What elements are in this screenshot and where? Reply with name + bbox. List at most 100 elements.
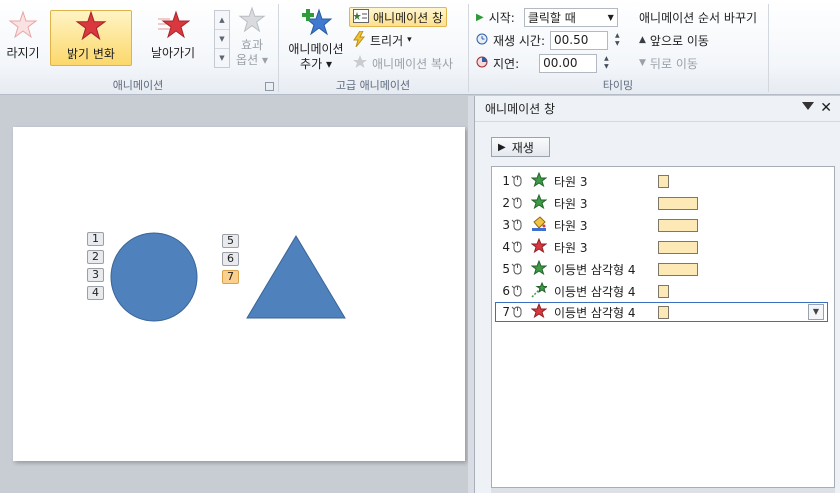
animation-tag[interactable]: 5 — [222, 234, 239, 248]
gallery-item-1[interactable]: 밝기 변화 — [50, 10, 132, 66]
move-later-button[interactable]: ▼ 뒤로 이동 — [636, 53, 701, 73]
mouse-click-icon — [511, 283, 525, 300]
item-name: 타원 3 — [554, 174, 588, 189]
effect-options-label-2: 옵션 ▾ — [236, 53, 268, 67]
delay-spinner[interactable]: ▲ ▼ — [604, 55, 609, 71]
timing-bar[interactable] — [658, 284, 669, 298]
duration-spinner[interactable]: ▲ ▼ — [615, 32, 620, 48]
item-number: 3 — [502, 218, 510, 232]
pane-menu-icon[interactable] — [802, 102, 814, 110]
clock-icon — [476, 33, 488, 48]
animation-tag[interactable]: 2 — [87, 250, 104, 264]
item-name: 타원 3 — [554, 196, 588, 211]
start-value: 클릭할 때 — [527, 10, 576, 25]
lightning-icon — [352, 30, 366, 50]
gallery-item-0[interactable]: 라지기 — [0, 10, 46, 66]
slide-canvas[interactable]: 1 2 3 4 5 6 7 — [13, 127, 465, 461]
gallery-item-label: 밝기 변화 — [67, 47, 115, 61]
timing-bar[interactable] — [658, 196, 698, 210]
animation-tag[interactable]: 1 — [87, 232, 104, 246]
reorder-label: 애니메이션 순서 바꾸기 — [639, 10, 758, 25]
list-item[interactable]: 6 이등변 삼각형 4 — [496, 281, 830, 301]
animation-painter-button[interactable]: 애니메이션 복사 — [349, 53, 456, 73]
chevron-down-icon[interactable]: ▼ — [808, 304, 824, 320]
item-number: 4 — [502, 240, 510, 254]
move-earlier-label: 앞으로 이동 — [649, 33, 709, 48]
scroll-up-icon[interactable]: ▲ — [215, 11, 229, 30]
animation-painter-label: 애니메이션 복사 — [372, 56, 454, 71]
gallery-item-2[interactable]: 날아가기 — [138, 10, 208, 66]
animation-pane-button[interactable]: 애니메이션 창 — [349, 7, 448, 27]
duration-input[interactable]: 00.50 — [550, 30, 609, 50]
ribbon: 라지기 밝기 변화 날아가기 ▲ ▼ ▼ 효과 옵션 ▾ 애니메이션 애니메이션… — [0, 0, 840, 95]
close-icon[interactable]: ✕ — [820, 100, 832, 116]
play-small-icon: ▶ — [476, 11, 484, 23]
list-item[interactable]: 2 타원 3 — [496, 193, 830, 213]
play-label: 재생 — [511, 140, 534, 155]
trigger-label: 트리거 — [370, 33, 404, 48]
add-animation-button[interactable]: 애니메이션 추가 ▾ — [284, 6, 348, 72]
reorder-heading: 애니메이션 순서 바꾸기 — [636, 7, 760, 27]
list-item-selected[interactable]: 7 이등변 삼각형 4 ▼ — [495, 302, 828, 322]
list-item[interactable]: 4 타원 3 — [496, 237, 830, 257]
item-name: 이등변 삼각형 4 — [554, 284, 636, 299]
mouse-click-icon — [511, 195, 525, 212]
start-select[interactable]: 클릭할 때 ▼ — [523, 7, 618, 27]
animation-tag-active[interactable]: 7 — [222, 270, 239, 284]
list-item[interactable]: 3 타원 3 — [496, 215, 830, 235]
timing-bar[interactable] — [658, 218, 698, 232]
mouse-click-icon — [511, 304, 525, 321]
gallery-more-icon[interactable]: ▼ — [215, 49, 229, 68]
triangle-up-icon: ▲ — [639, 35, 646, 45]
mouse-click-icon — [511, 239, 525, 256]
duration-row: 재생 시간: 00.50 ▲ ▼ — [476, 30, 620, 50]
gallery-item-label: 날아가기 — [150, 46, 196, 60]
gallery-scrollbar[interactable]: ▲ ▼ ▼ — [214, 10, 230, 68]
pane-title: 애니메이션 창 — [485, 102, 556, 116]
timing-bar[interactable] — [658, 240, 698, 254]
mouse-click-icon — [511, 217, 525, 234]
group-separator — [768, 4, 769, 92]
star-red-icon — [530, 302, 551, 322]
animation-tag[interactable]: 3 — [87, 268, 104, 282]
play-button[interactable]: ▶ 재생 — [491, 137, 550, 157]
trigger-button[interactable]: 트리거 ▾ — [349, 30, 415, 50]
delay-input[interactable]: 00.00 — [539, 53, 598, 73]
delay-row: 지연: 00.00 ▲ ▼ — [476, 53, 609, 73]
move-later-label: 뒤로 이동 — [649, 56, 698, 71]
ellipse-shape[interactable] — [109, 231, 199, 323]
group-label-advanced: 고급 애니메이션 — [335, 79, 411, 92]
scroll-down-icon[interactable]: ▼ — [215, 30, 229, 49]
paint-bucket-icon — [531, 215, 551, 235]
timing-bar[interactable] — [658, 262, 698, 276]
triangle-down-icon: ▼ — [639, 58, 646, 68]
star-green-icon — [530, 259, 551, 279]
mouse-click-icon — [511, 173, 525, 190]
star-red-icon — [530, 237, 551, 257]
animation-pane: 애니메이션 창 ✕ ▶ 재생 1 타원 3 2 타원 3 3 타원 3 4 타원… — [474, 96, 840, 493]
star-burst-icon — [0, 10, 46, 40]
item-name: 이등변 삼각형 4 — [554, 305, 636, 320]
move-earlier-button[interactable]: ▲ 앞으로 이동 — [636, 30, 712, 50]
group-separator — [278, 4, 279, 92]
mouse-click-icon — [511, 261, 525, 278]
animation-tag[interactable]: 4 — [87, 286, 104, 300]
list-item[interactable]: 1 타원 3 — [496, 171, 830, 191]
item-number: 7 — [502, 305, 510, 319]
chevron-down-icon: ▾ — [407, 35, 412, 45]
animation-tag[interactable]: 6 — [222, 252, 239, 266]
play-icon: ▶ — [498, 141, 506, 153]
chevron-down-icon: ▼ — [607, 12, 614, 22]
pane-scrollbar[interactable] — [491, 487, 835, 493]
timing-bar[interactable] — [658, 174, 669, 188]
timing-bar[interactable] — [658, 305, 669, 319]
effect-options-button[interactable]: 효과 옵션 ▾ — [234, 6, 270, 68]
item-number: 1 — [502, 174, 510, 188]
dialog-launcher-icon[interactable] — [265, 82, 274, 91]
star-green-icon — [530, 171, 551, 191]
list-item[interactable]: 5 이등변 삼각형 4 — [496, 259, 830, 279]
triangle-shape[interactable] — [245, 234, 347, 320]
gallery-item-label: 라지기 — [6, 46, 40, 60]
item-number: 2 — [502, 196, 510, 210]
animation-pane-icon — [353, 8, 369, 26]
